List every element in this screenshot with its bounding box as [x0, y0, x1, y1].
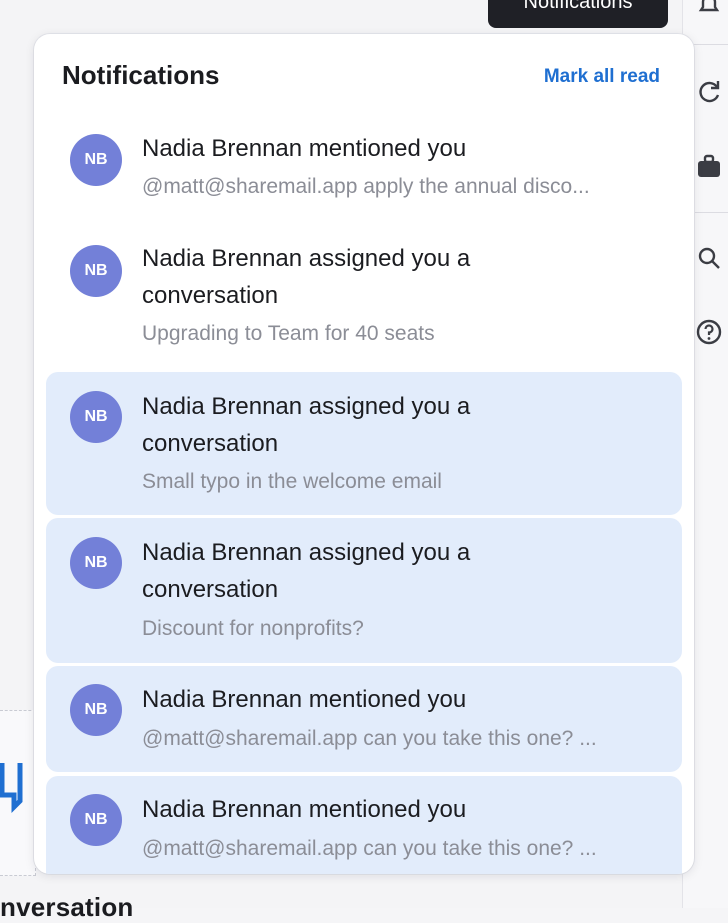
help-icon[interactable] [695, 318, 723, 346]
notification-subtitle: Small typo in the welcome email [142, 468, 658, 496]
notification-item[interactable]: NB Nadia Brennan assigned you a conversa… [46, 234, 682, 370]
notification-subtitle: Upgrading to Team for 40 seats [142, 320, 658, 348]
avatar: NB [70, 684, 122, 736]
avatar: NB [70, 537, 122, 589]
refresh-icon[interactable] [695, 78, 723, 106]
panel-title: Notifications [62, 60, 219, 91]
avatar: NB [70, 134, 122, 186]
notification-subtitle: Discount for nonprofits? [142, 615, 658, 643]
rail-divider [691, 212, 728, 213]
notification-title: Nadia Brennan assigned you a conversatio… [142, 388, 542, 462]
empty-state-card [0, 710, 36, 876]
avatar: NB [70, 245, 122, 297]
bell-icon[interactable] [695, 0, 723, 20]
mark-all-read-button[interactable]: Mark all read [544, 66, 660, 88]
notification-item[interactable]: NB Nadia Brennan assigned you a conversa… [46, 372, 682, 515]
notification-subtitle: @matt@sharemail.app can you take this on… [142, 725, 658, 753]
avatar: NB [70, 391, 122, 443]
notification-title: Nadia Brennan mentioned you [142, 791, 662, 828]
notification-item[interactable]: NB Nadia Brennan mentioned you @matt@sha… [46, 666, 682, 772]
notification-subtitle: @matt@sharemail.app apply the annual dis… [142, 173, 658, 201]
notifications-panel: Notifications Mark all read NB Nadia Bre… [34, 34, 694, 874]
tooltip-label: Notifications [524, 0, 633, 14]
search-icon[interactable] [695, 244, 723, 272]
notification-item[interactable]: NB Nadia Brennan mentioned you @matt@sha… [46, 126, 682, 230]
notification-title: Nadia Brennan assigned you a conversatio… [142, 240, 542, 314]
panel-header: Notifications Mark all read [34, 34, 694, 120]
notification-title: Nadia Brennan assigned you a conversatio… [142, 534, 542, 608]
notification-item[interactable]: NB Nadia Brennan assigned you a conversa… [46, 518, 682, 663]
notification-title: Nadia Brennan mentioned you [142, 130, 662, 167]
notification-subtitle: @matt@sharemail.app can you take this on… [142, 835, 658, 863]
notifications-tooltip: Notifications [488, 0, 668, 28]
avatar: NB [70, 794, 122, 846]
notification-title: Nadia Brennan mentioned you [142, 681, 662, 718]
notification-item[interactable]: NB Nadia Brennan mentioned you @matt@sha… [46, 776, 682, 874]
inbox-icon [0, 757, 30, 837]
briefcase-icon[interactable] [695, 152, 723, 180]
rail-divider [691, 44, 728, 45]
